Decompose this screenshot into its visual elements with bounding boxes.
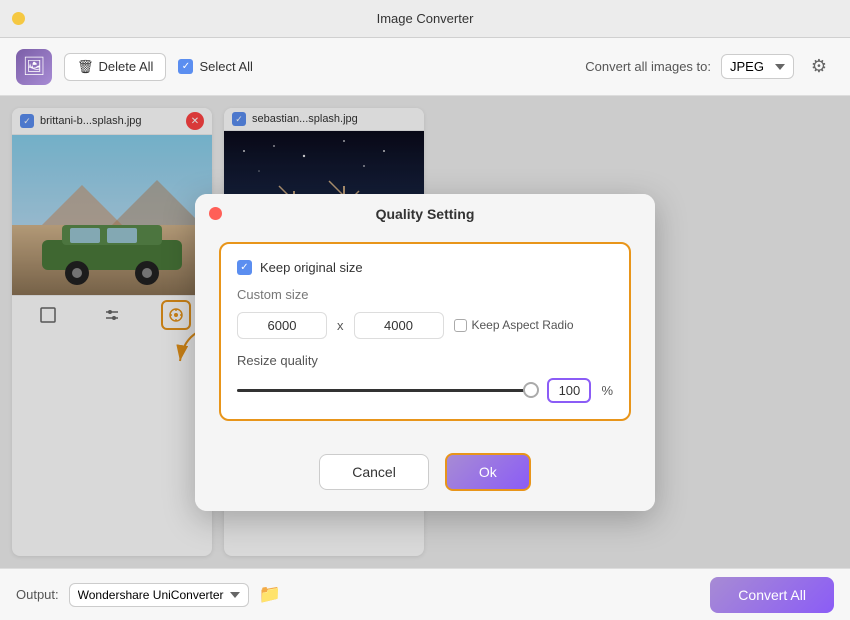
global-settings-button[interactable]: ⚙ xyxy=(804,52,834,82)
aspect-checkbox[interactable] xyxy=(454,319,467,332)
checkbox-checked-icon: ✓ xyxy=(178,59,193,74)
delete-all-button[interactable]: 🗑 Delete All xyxy=(64,53,166,81)
keep-original-checkbox[interactable]: ✓ xyxy=(237,260,252,275)
main-area: ✓ brittani-b...splash.jpg ✕ xyxy=(0,96,850,568)
quality-settings-modal: Quality Setting ✓ Keep original size Cus… xyxy=(195,194,655,511)
toolbar: 🖼 🗑 Delete All ✓ Select All Convert all … xyxy=(0,38,850,96)
size-separator: x xyxy=(337,318,344,333)
app-logo: 🖼 xyxy=(16,49,52,85)
modal-footer: Cancel Ok xyxy=(195,441,655,511)
resize-quality-label: Resize quality xyxy=(237,353,613,368)
custom-size-label: Custom size xyxy=(237,287,613,302)
window-controls xyxy=(12,12,25,25)
toolbar-right: Convert all images to: JPEG PNG WEBP BMP… xyxy=(585,52,834,82)
cancel-button[interactable]: Cancel xyxy=(319,454,429,490)
keep-aspect-label[interactable]: Keep Aspect Radio xyxy=(454,318,574,332)
output-path-select[interactable]: Wondershare UniConverter xyxy=(69,583,249,607)
modal-close-button[interactable] xyxy=(209,207,222,220)
app-icon: 🖼 xyxy=(23,56,46,77)
convert-label: Convert all images to: xyxy=(585,59,711,74)
size-inputs-row: x Keep Aspect Radio xyxy=(237,312,613,339)
modal-body: ✓ Keep original size Custom size x Keep … xyxy=(195,230,655,441)
slider-row: % xyxy=(237,378,613,403)
modal-titlebar: Quality Setting xyxy=(195,194,655,230)
output-label: Output: xyxy=(16,587,59,602)
quality-settings-section: ✓ Keep original size Custom size x Keep … xyxy=(219,242,631,421)
select-all-checkbox[interactable]: ✓ Select All xyxy=(178,59,252,74)
quality-percent: % xyxy=(601,383,613,398)
quality-value-input[interactable] xyxy=(547,378,591,403)
height-input[interactable] xyxy=(354,312,444,339)
ok-button[interactable]: Ok xyxy=(445,453,531,491)
convert-all-button[interactable]: Convert All xyxy=(710,577,834,613)
format-select[interactable]: JPEG PNG WEBP BMP TIFF xyxy=(721,54,794,79)
keep-original-row: ✓ Keep original size xyxy=(237,260,613,275)
browse-folder-button[interactable]: 📁 xyxy=(259,584,281,605)
quality-slider[interactable] xyxy=(237,380,537,400)
delete-icon: 🗑 xyxy=(77,59,94,75)
window-title: Image Converter xyxy=(377,11,474,26)
modal-title: Quality Setting xyxy=(376,206,475,222)
keep-original-label: Keep original size xyxy=(260,260,363,275)
close-dot[interactable] xyxy=(12,12,25,25)
bottom-bar: Output: Wondershare UniConverter 📁 Conve… xyxy=(0,568,850,620)
title-bar: Image Converter xyxy=(0,0,850,38)
width-input[interactable] xyxy=(237,312,327,339)
modal-overlay: Quality Setting ✓ Keep original size Cus… xyxy=(0,96,850,568)
